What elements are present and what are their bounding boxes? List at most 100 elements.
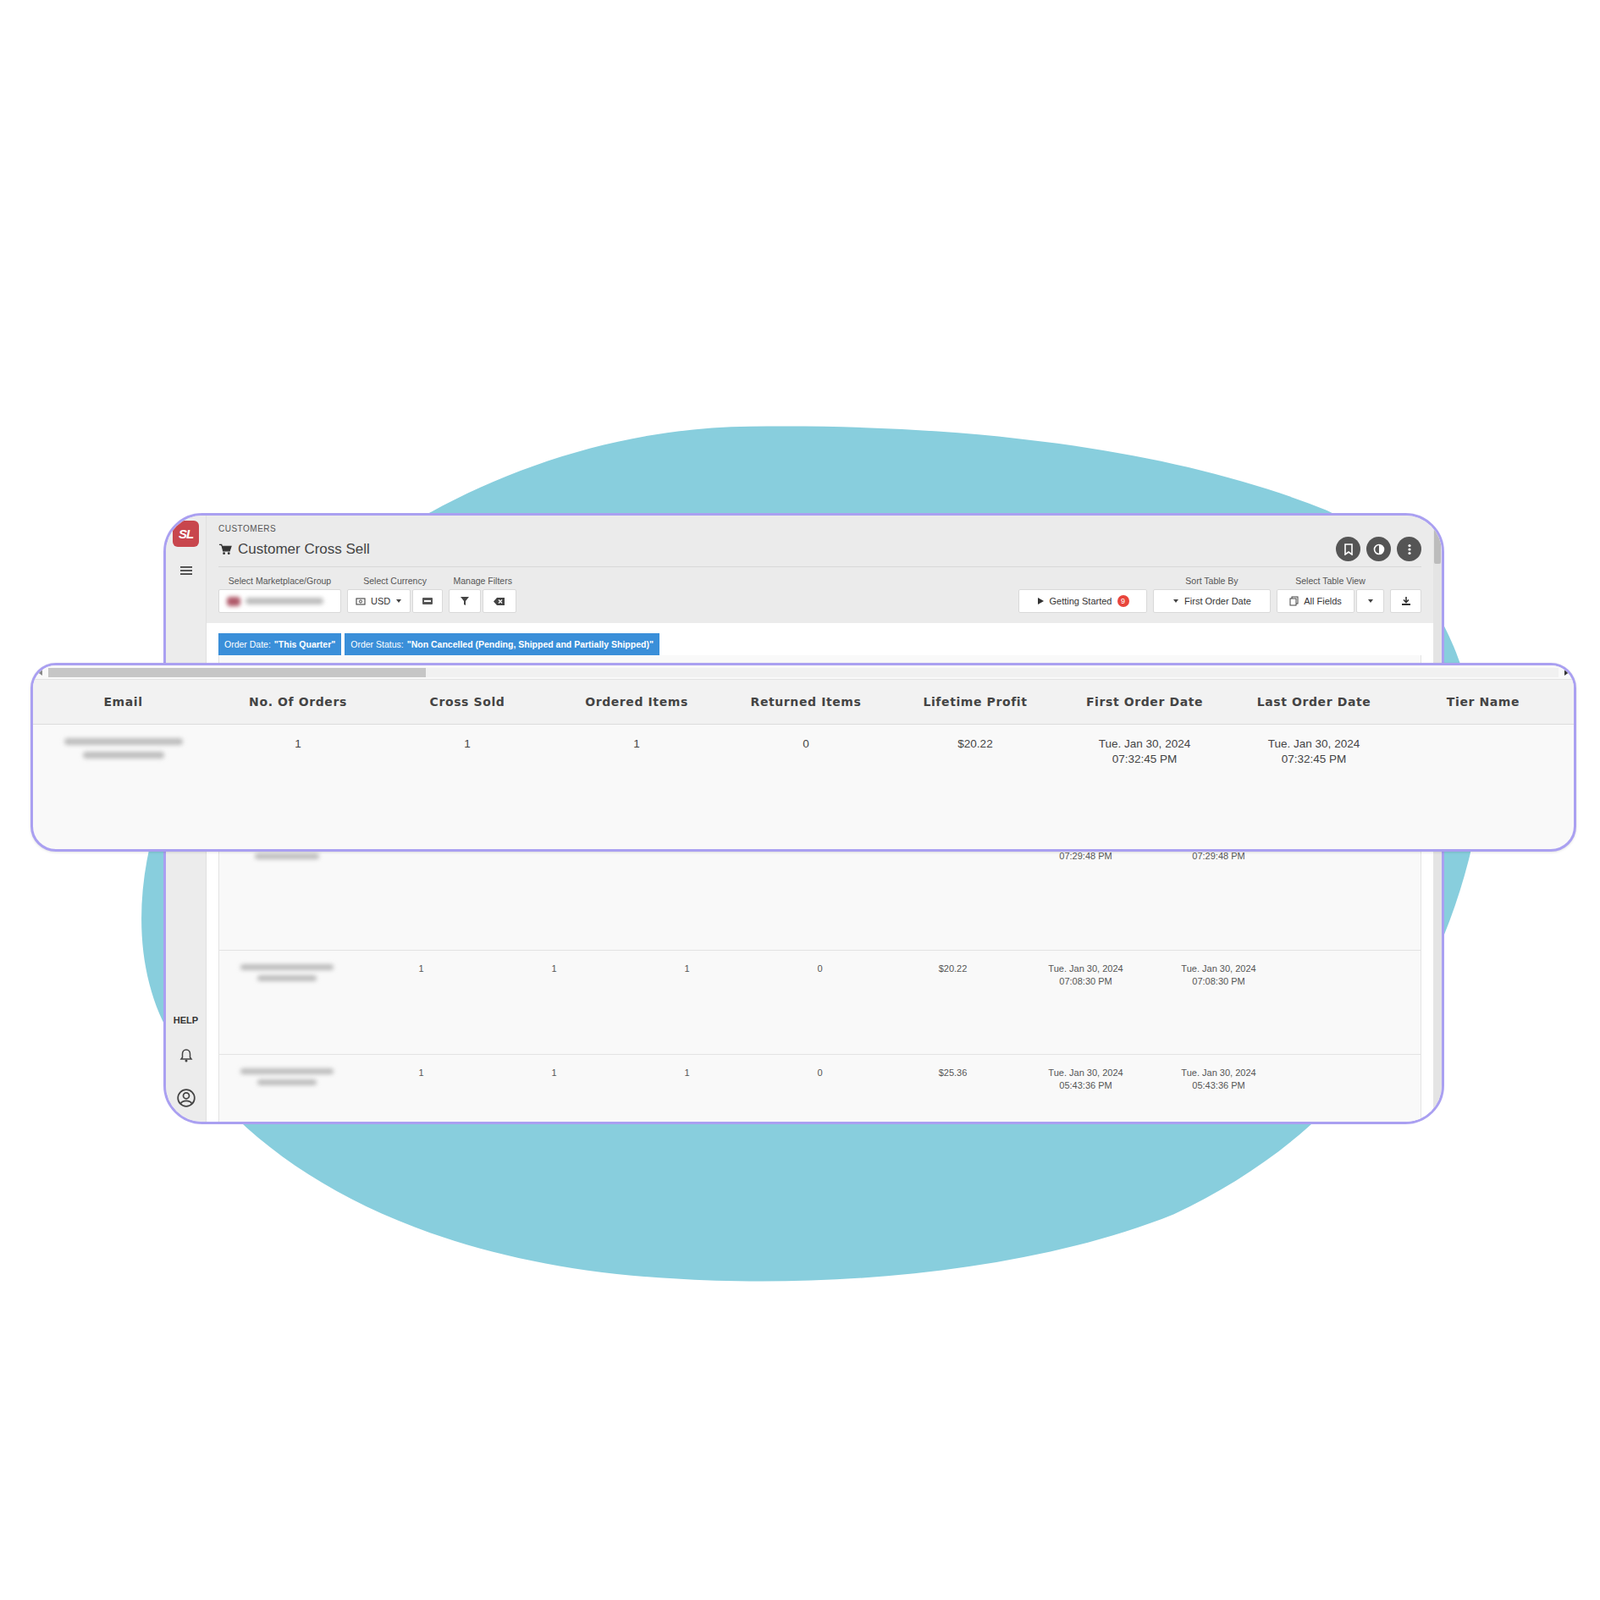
currency-select: Select Currency USD	[347, 575, 443, 613]
cell-text: $20.22	[886, 962, 1020, 976]
money-icon	[355, 596, 366, 607]
email-cell	[219, 1066, 355, 1086]
column-header[interactable]: Last Order Date	[1229, 695, 1399, 709]
more-icon	[1403, 543, 1416, 556]
table-header: EmailNo. Of OrdersCross SoldOrdered Item…	[33, 678, 1574, 725]
view-menu-button[interactable]	[1356, 589, 1385, 613]
clear-filters-button[interactable]	[482, 589, 517, 613]
notification-badge: 9	[1117, 595, 1130, 607]
redacted-line	[254, 853, 320, 860]
sort-label: Sort Table By	[1185, 575, 1238, 586]
column-header[interactable]: Ordered Items	[551, 695, 722, 709]
first-order-cell: 07:29:48 PM	[1019, 849, 1153, 863]
bookmark-button[interactable]	[1335, 536, 1361, 562]
currency-dropdown[interactable]: USD	[347, 589, 411, 613]
value-cell: $20.22	[886, 962, 1020, 976]
first-order-cell: Tue. Jan 30, 202407:08:30 PM	[1019, 962, 1153, 988]
scroll-thumb[interactable]	[48, 667, 426, 678]
play-icon	[1037, 596, 1045, 606]
page: SL HELP CUSTOMERS Customer Cross Sell Selec…	[0, 0, 1600, 1600]
redacted-line	[257, 975, 317, 982]
column-header[interactable]: No. Of Orders	[213, 695, 383, 709]
filters-label: Manage Filters	[453, 575, 513, 586]
value-cell: 1	[354, 962, 488, 976]
user-icon[interactable]	[176, 1087, 197, 1109]
logo[interactable]: SL	[172, 520, 199, 547]
page-title: Customer Cross Sell	[218, 540, 370, 558]
toolbar: Select Marketplace/GroupSelect CurrencyU…	[218, 567, 1422, 613]
cart-icon	[218, 542, 232, 556]
last-order-cell: Tue. Jan 30, 202405:43:36 PM	[1152, 1066, 1286, 1093]
view-label: Select Table View	[1295, 575, 1366, 586]
last-order-cell: Tue. Jan 30, 202407:08:30 PM	[1152, 962, 1286, 988]
horizontal-scrollbar[interactable]	[33, 665, 1574, 679]
first-order-cell: Tue. Jan 30, 202405:43:36 PM	[1019, 1066, 1153, 1093]
download-button[interactable]	[1390, 589, 1422, 613]
column-header[interactable]: Email	[33, 695, 214, 709]
filter-chip[interactable]: Order Status:"Non Cancelled (Pending, Sh…	[344, 633, 660, 656]
marketplace-dropdown[interactable]	[218, 589, 342, 613]
value-cell: 1	[354, 1066, 488, 1080]
more-button[interactable]	[1396, 536, 1422, 562]
table-row[interactable]: 1110$25.36Tue. Jan 30, 202405:43:36 PMTu…	[219, 1054, 1421, 1125]
redacted-line	[82, 751, 165, 759]
table-row[interactable]: 1110$20.22Tue. Jan 30, 202407:08:30 PMTu…	[219, 950, 1421, 1055]
filter-buttons	[448, 589, 517, 613]
column-header[interactable]: Lifetime Profit	[890, 695, 1060, 709]
view-dropdown[interactable]: All Fields	[1276, 589, 1355, 613]
column-header[interactable]: Cross Sold	[382, 695, 552, 709]
filter-button[interactable]	[448, 589, 481, 613]
date-line: 07:08:30 PM	[1019, 975, 1153, 988]
email-cell	[33, 736, 214, 759]
filter-chip[interactable]: Order Date:"This Quarter"	[218, 633, 342, 656]
theme-button[interactable]	[1366, 536, 1391, 562]
cell-text: 1	[487, 962, 621, 976]
value-cell: 1	[551, 736, 722, 752]
value-cell: 0	[753, 1066, 887, 1080]
flag-icon	[226, 596, 241, 607]
column-header[interactable]: First Order Date	[1059, 695, 1230, 709]
cell-text: 0	[753, 1066, 887, 1080]
date-line: 07:32:45 PM	[1229, 751, 1399, 767]
help-link[interactable]: HELP	[173, 1015, 199, 1026]
value-cell: 1	[487, 1066, 621, 1080]
cell-text: 1	[487, 1066, 621, 1080]
erase-icon	[493, 596, 506, 607]
scroll-left-icon[interactable]	[38, 669, 44, 676]
sort-dropdown[interactable]: First Order Date	[1153, 589, 1271, 613]
bell-icon[interactable]	[177, 1047, 195, 1065]
date-line: 05:43:36 PM	[1152, 1079, 1286, 1093]
value-cell: 1	[487, 962, 621, 976]
currency-value: USD	[370, 595, 391, 607]
funnel-icon	[459, 595, 470, 607]
column-header[interactable]: Tier Name	[1398, 695, 1568, 709]
getting-started-button[interactable]: Getting Started9	[1018, 589, 1148, 613]
menu-icon[interactable]	[177, 562, 195, 580]
filter-manager: Manage Filters	[448, 575, 517, 613]
date-line: 07:08:30 PM	[1152, 975, 1286, 988]
date-line: Tue. Jan 30, 2024	[1059, 736, 1230, 752]
exchange-icon	[421, 595, 434, 607]
scroll-right-icon[interactable]	[1563, 669, 1569, 676]
marketplace-name-redacted	[245, 597, 324, 605]
currency-label: Select Currency	[363, 575, 427, 586]
value-cell: $25.36	[886, 1066, 1020, 1080]
cell-text: $20.22	[890, 736, 1060, 752]
date-line: Tue. Jan 30, 2024	[1019, 962, 1153, 976]
table-row[interactable]: 1110$20.22Tue. Jan 30, 202407:32:45 PMTu…	[33, 724, 1574, 767]
date-line: 07:29:48 PM	[1152, 849, 1286, 863]
date-line: Tue. Jan 30, 2024	[1229, 736, 1399, 752]
column-header[interactable]: Returned Items	[721, 695, 891, 709]
cell-text: 1	[551, 736, 722, 752]
scroll-thumb[interactable]	[1434, 515, 1441, 564]
caret-icon	[1367, 597, 1374, 605]
currency-settings-button[interactable]	[412, 589, 443, 613]
value-cell: 1	[620, 962, 754, 976]
value-cell: $20.22	[890, 736, 1060, 752]
view-select: Select Table View All Fields	[1276, 575, 1385, 613]
date-line: Tue. Jan 30, 2024	[1019, 1066, 1153, 1080]
date-line: Tue. Jan 30, 2024	[1152, 1066, 1286, 1080]
date-line: 05:43:36 PM	[1019, 1079, 1153, 1093]
breadcrumb[interactable]: CUSTOMERS	[218, 524, 1422, 534]
title-row: Customer Cross Sell	[218, 533, 1422, 568]
